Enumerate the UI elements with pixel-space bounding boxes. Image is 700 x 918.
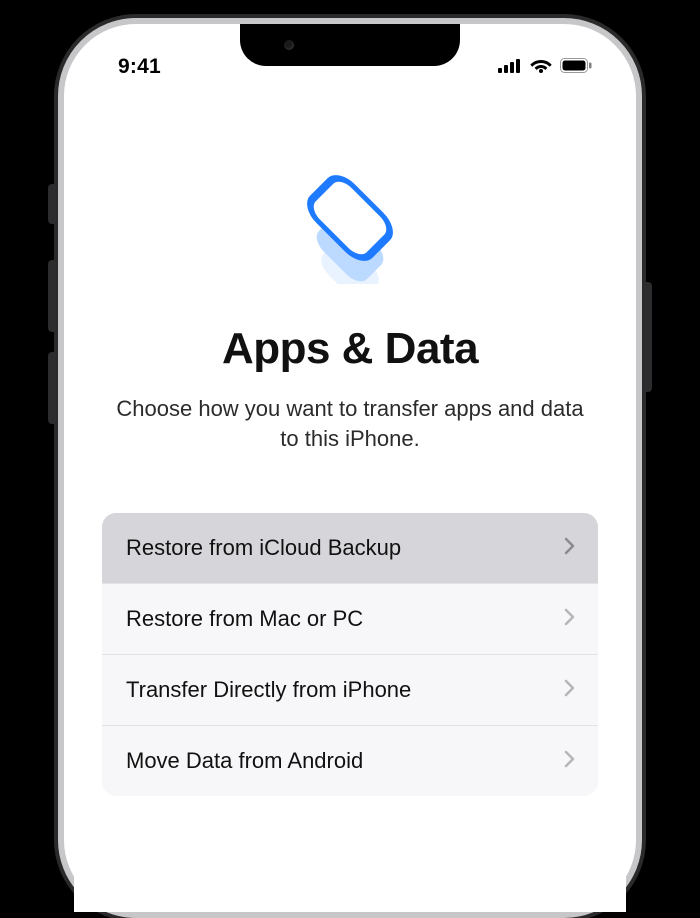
page-subtitle: Choose how you want to transfer apps and… <box>102 394 598 455</box>
transfer-options-list: Restore from iCloud Backup Restore from … <box>102 513 598 796</box>
option-label: Move Data from Android <box>126 748 363 774</box>
side-button <box>644 282 652 392</box>
option-move-data-from-android[interactable]: Move Data from Android <box>102 725 598 796</box>
volume-down-button <box>48 352 56 424</box>
chevron-right-icon <box>564 748 576 774</box>
chevron-right-icon <box>564 606 576 632</box>
page-title: Apps & Data <box>102 324 598 374</box>
option-transfer-directly-from-iphone[interactable]: Transfer Directly from iPhone <box>102 654 598 725</box>
option-restore-from-mac-or-pc[interactable]: Restore from Mac or PC <box>102 583 598 654</box>
main-content: Apps & Data Choose how you want to trans… <box>74 90 626 796</box>
apps-data-stack-icon <box>102 162 598 284</box>
option-restore-from-icloud[interactable]: Restore from iCloud Backup <box>102 513 598 583</box>
cellular-icon <box>498 55 522 79</box>
screen: 9:41 <box>74 34 626 912</box>
status-indicators <box>498 55 592 79</box>
status-time: 9:41 <box>118 55 161 79</box>
option-label: Restore from iCloud Backup <box>126 535 401 561</box>
option-label: Transfer Directly from iPhone <box>126 677 411 703</box>
notch <box>240 24 460 66</box>
mute-switch <box>48 184 56 224</box>
battery-icon <box>560 55 592 79</box>
volume-up-button <box>48 260 56 332</box>
wifi-icon <box>530 55 552 79</box>
chevron-right-icon <box>564 535 576 561</box>
chevron-right-icon <box>564 677 576 703</box>
option-label: Restore from Mac or PC <box>126 606 363 632</box>
iphone-frame: 9:41 <box>58 18 642 918</box>
